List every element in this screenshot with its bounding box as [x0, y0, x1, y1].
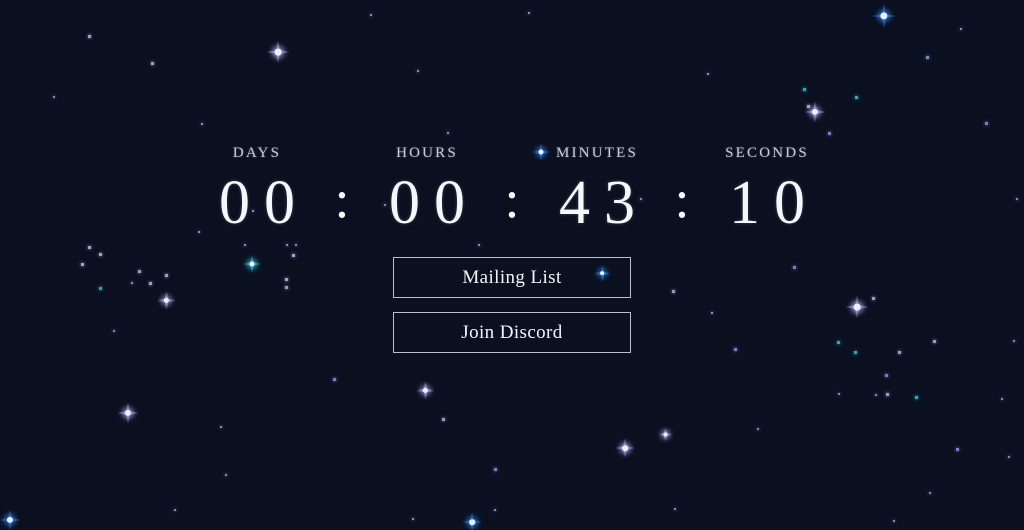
- page-content: DAYS 00 : HOURS 00 : MINUTES 43 : SECOND…: [0, 0, 1024, 530]
- mailing-list-button[interactable]: Mailing List: [393, 257, 631, 298]
- countdown-label-minutes: MINUTES: [555, 145, 639, 161]
- countdown-timer: DAYS 00 : HOURS 00 : MINUTES 43 : SECOND…: [183, 145, 841, 237]
- join-discord-button[interactable]: Join Discord: [393, 312, 631, 353]
- action-buttons: Mailing List Join Discord: [393, 257, 631, 353]
- countdown-value-hours: 00: [389, 169, 479, 237]
- countdown-value-days: 00: [219, 169, 309, 237]
- countdown-separator-1: :: [334, 169, 350, 229]
- countdown-unit-seconds: SECONDS 10: [693, 145, 841, 237]
- countdown-unit-minutes: MINUTES 43: [523, 145, 671, 237]
- countdown-value-minutes: 43: [559, 169, 649, 237]
- countdown-label-hours: HOURS: [396, 145, 458, 161]
- countdown-value-seconds: 10: [729, 169, 819, 237]
- countdown-label-days: DAYS: [232, 145, 282, 161]
- countdown-separator-2: :: [504, 169, 520, 229]
- page-root: DAYS 00 : HOURS 00 : MINUTES 43 : SECOND…: [0, 0, 1024, 530]
- countdown-unit-days: DAYS 00: [183, 145, 331, 237]
- countdown-unit-hours: HOURS 00: [353, 145, 501, 237]
- countdown-separator-3: :: [674, 169, 690, 229]
- countdown-label-seconds: SECONDS: [725, 145, 809, 161]
